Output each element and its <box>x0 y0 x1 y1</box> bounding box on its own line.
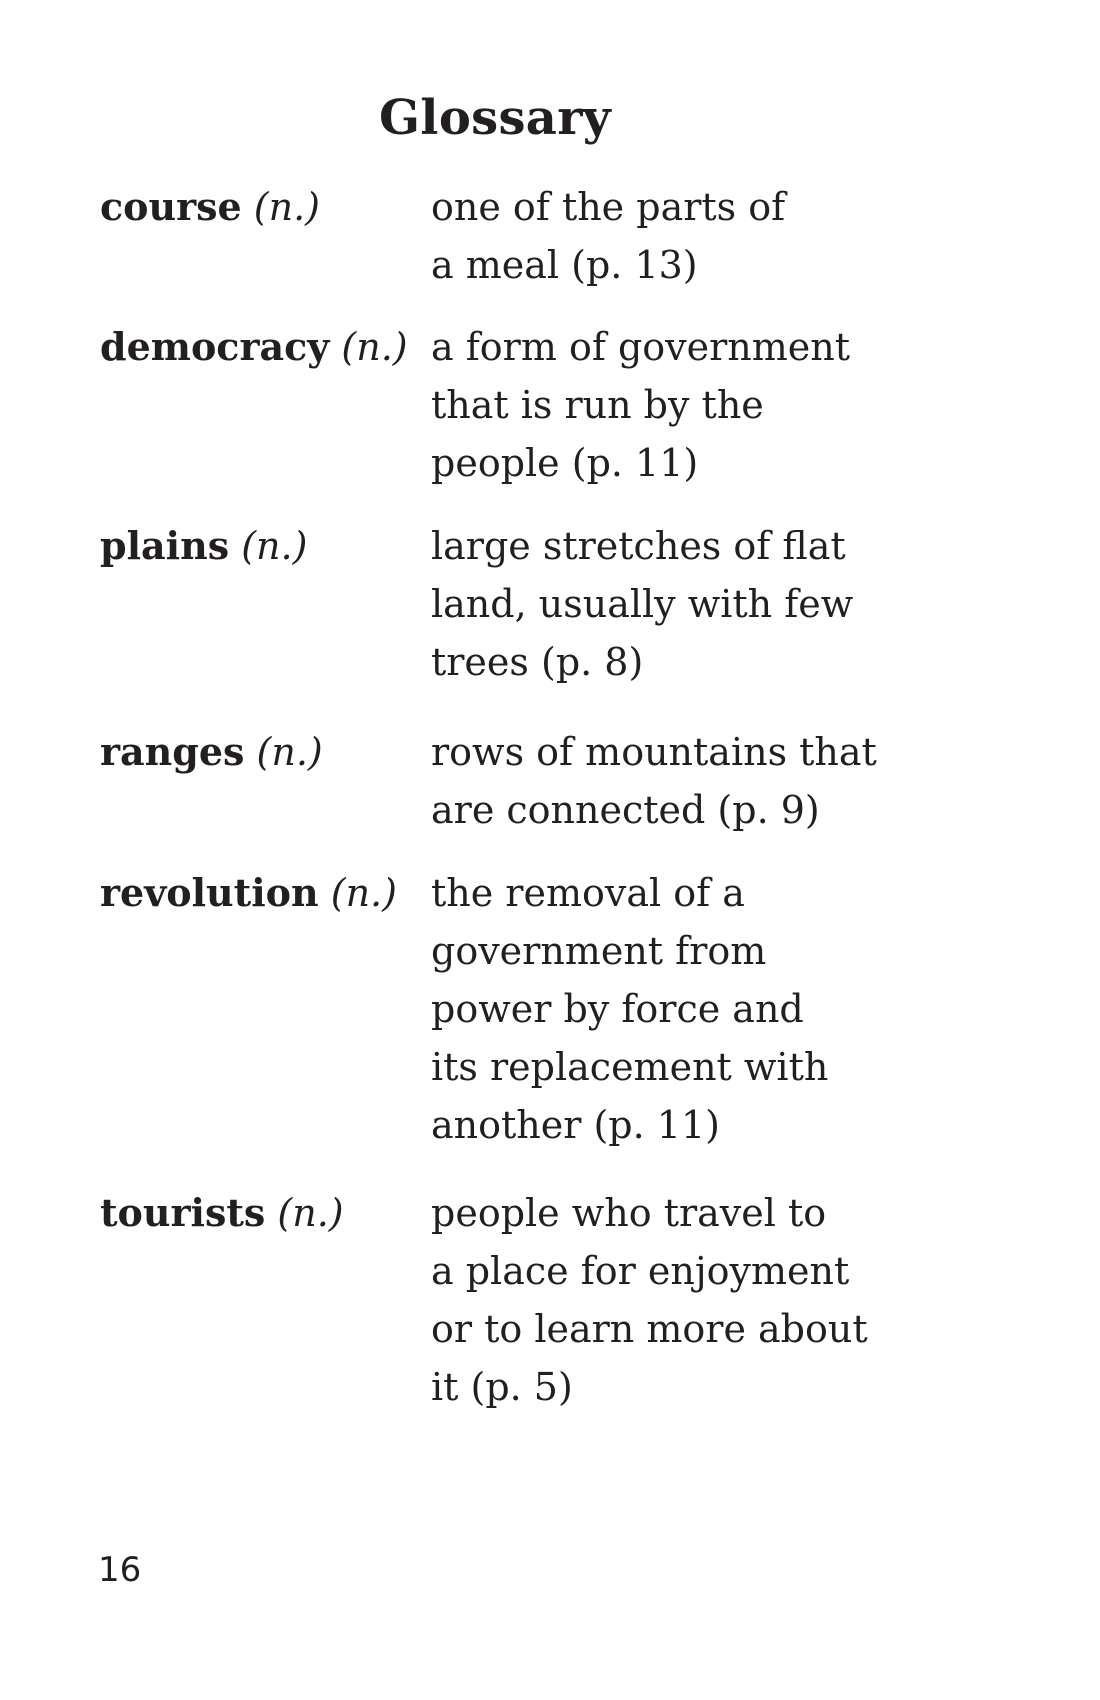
definition-line: power by force and <box>431 987 804 1031</box>
page-number: 16 <box>98 1550 142 1590</box>
glossary-entry-tourists: tourists (n.) people who travel to a pla… <box>100 1184 1000 1416</box>
definition-line: it (p. 5) <box>431 1365 573 1409</box>
glossary-entries: course (n.) one of the parts of a meal (… <box>100 178 1000 1416</box>
definition-line: people (p. 11) <box>431 441 699 485</box>
glossary-entry-democracy: democracy (n.) a form of government that… <box>100 318 1000 492</box>
term-cell: revolution (n.) <box>100 864 431 922</box>
definition-line: are connected (p. 9) <box>431 788 820 832</box>
glossary-page: Glossary course (n.) one of the parts of… <box>0 0 1100 1700</box>
part-of-speech: (n.) <box>277 1191 344 1235</box>
definition-line: one of the parts of <box>431 185 786 229</box>
term-cell: democracy (n.) <box>100 318 431 376</box>
glossary-entry-revolution: revolution (n.) the removal of a governm… <box>100 864 1000 1154</box>
definition-line: a meal (p. 13) <box>431 243 698 287</box>
definition-line: people who travel to <box>431 1191 827 1235</box>
glossary-term: tourists <box>100 1190 266 1235</box>
term-cell: plains (n.) <box>100 517 431 575</box>
definition: one of the parts of a meal (p. 13) <box>431 178 1000 294</box>
part-of-speech: (n.) <box>341 325 408 369</box>
part-of-speech: (n.) <box>330 871 397 915</box>
part-of-speech: (n.) <box>256 730 323 774</box>
definition-line: large stretches of flat <box>431 524 846 568</box>
definition-line: rows of mountains that <box>431 730 877 774</box>
part-of-speech: (n.) <box>253 185 320 229</box>
definition-line: trees (p. 8) <box>431 640 644 684</box>
definition: large stretches of flat land, usually wi… <box>431 517 1000 691</box>
definition-line: government from <box>431 929 767 973</box>
glossary-term: democracy <box>100 324 330 369</box>
definition-line: a place for enjoyment <box>431 1249 850 1293</box>
definition: rows of mountains that are connected (p.… <box>431 723 1000 839</box>
page-title: Glossary <box>379 90 611 146</box>
definition-line: the removal of a <box>431 871 745 915</box>
glossary-entry-ranges: ranges (n.) rows of mountains that are c… <box>100 723 1000 839</box>
term-cell: tourists (n.) <box>100 1184 431 1242</box>
part-of-speech: (n.) <box>241 524 308 568</box>
glossary-entry-plains: plains (n.) large stretches of flat land… <box>100 517 1000 691</box>
definition: a form of government that is run by the … <box>431 318 1000 492</box>
glossary-entry-course: course (n.) one of the parts of a meal (… <box>100 178 1000 294</box>
definition: the removal of a government from power b… <box>431 864 1000 1154</box>
glossary-term: revolution <box>100 870 319 915</box>
definition-line: or to learn more about <box>431 1307 868 1351</box>
definition-line: land, usually with few <box>431 582 854 626</box>
term-cell: course (n.) <box>100 178 431 236</box>
term-cell: ranges (n.) <box>100 723 431 781</box>
definition-line: that is run by the <box>431 383 764 427</box>
glossary-term: plains <box>100 523 230 568</box>
definition-line: another (p. 11) <box>431 1103 720 1147</box>
definition-line: its replacement with <box>431 1045 829 1089</box>
definition: people who travel to a place for enjoyme… <box>431 1184 1000 1416</box>
definition-line: a form of government <box>431 325 851 369</box>
glossary-term: ranges <box>100 729 245 774</box>
glossary-term: course <box>100 184 242 229</box>
